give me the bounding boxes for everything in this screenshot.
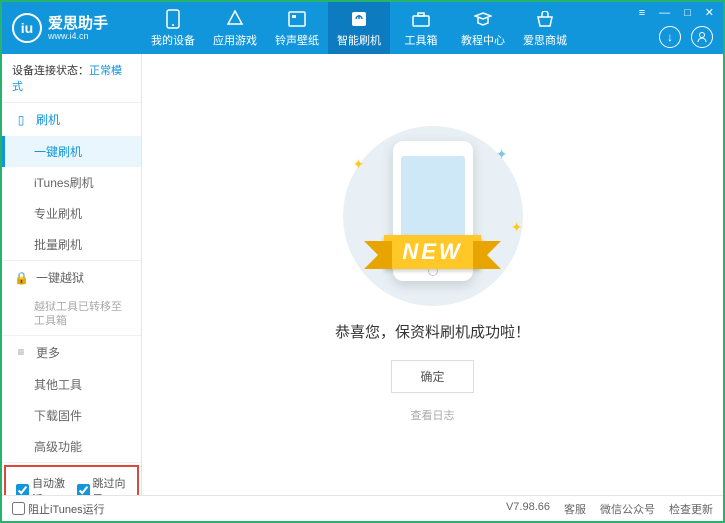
user-actions: ↓ — [659, 26, 713, 48]
nav-smart-flash[interactable]: 智能刷机 — [328, 2, 390, 54]
sidebar-item-other-tools[interactable]: 其他工具 — [2, 369, 141, 400]
minimize-icon[interactable]: — — [656, 7, 673, 19]
logo-area: iu 爱思助手 www.i4.cn — [2, 13, 142, 43]
sidebar-item-download-firmware[interactable]: 下载固件 — [2, 400, 141, 431]
phone-icon — [163, 9, 183, 29]
flash-icon — [349, 9, 369, 29]
nav-ringtone-wallpaper[interactable]: 铃声壁纸 — [266, 2, 328, 54]
download-icon[interactable]: ↓ — [659, 26, 681, 48]
tutorial-icon — [473, 9, 493, 29]
app-name: 爱思助手 — [48, 16, 108, 31]
nav-apps-games[interactable]: 应用游戏 — [204, 2, 266, 54]
lock-icon: 🔒 — [14, 271, 28, 285]
footer-service[interactable]: 客服 — [564, 501, 586, 517]
nav-my-device[interactable]: 我的设备 — [142, 2, 204, 54]
store-icon — [535, 9, 555, 29]
jailbreak-note: 越狱工具已转移至工具箱 — [2, 294, 141, 335]
success-illustration: ✦ ✦ ✦ NEW — [333, 126, 533, 306]
footer-update[interactable]: 检查更新 — [669, 501, 713, 517]
user-icon[interactable] — [691, 26, 713, 48]
more-icon: ≡ — [14, 345, 28, 359]
window-controls: ≡ — □ ✕ — [636, 6, 717, 19]
device-status: 设备连接状态：正常模式 — [2, 54, 141, 103]
close-icon[interactable]: ✕ — [702, 6, 717, 19]
section-more-header[interactable]: ≡ 更多 — [2, 336, 141, 369]
checkbox-auto-activate[interactable]: 自动激活 — [16, 475, 67, 495]
checkbox-block-itunes[interactable]: 阻止iTunes运行 — [12, 501, 105, 517]
sidebar-item-itunes-flash[interactable]: iTunes刷机 — [2, 167, 141, 198]
sidebar-item-oneclick-flash[interactable]: 一键刷机 — [2, 136, 141, 167]
nav-tutorials[interactable]: 教程中心 — [452, 2, 514, 54]
body: 设备连接状态：正常模式 ▯ 刷机 一键刷机 iTunes刷机 专业刷机 批量刷机… — [2, 54, 723, 495]
maximize-icon[interactable]: □ — [681, 7, 694, 19]
nav-toolbox[interactable]: 工具箱 — [390, 2, 452, 54]
success-message: 恭喜您，保资料刷机成功啦！ — [335, 321, 530, 342]
footer-wechat[interactable]: 微信公众号 — [600, 501, 655, 517]
nav-store[interactable]: 爱思商城 — [514, 2, 576, 54]
new-ribbon: NEW — [333, 233, 533, 271]
main-content: ✦ ✦ ✦ NEW 恭喜您，保资料刷机成功啦！ 确定 查看日志 — [142, 54, 723, 495]
app-url: www.i4.cn — [48, 31, 108, 41]
menu-icon[interactable]: ≡ — [636, 7, 648, 19]
view-log-link[interactable]: 查看日志 — [411, 407, 455, 423]
app-window: iu 爱思助手 www.i4.cn 我的设备 应用游戏 铃声壁纸 智能刷机 — [0, 0, 725, 523]
footer: 阻止iTunes运行 V7.98.66 客服 微信公众号 检查更新 — [2, 495, 723, 521]
section-more: ≡ 更多 其他工具 下载固件 高级功能 — [2, 336, 141, 463]
section-jailbreak: 🔒 一键越狱 越狱工具已转移至工具箱 — [2, 261, 141, 336]
checkbox-skip-guide[interactable]: 跳过向导 — [77, 475, 128, 495]
version-label: V7.98.66 — [506, 501, 550, 517]
titlebar: iu 爱思助手 www.i4.cn 我的设备 应用游戏 铃声壁纸 智能刷机 — [2, 2, 723, 54]
apps-icon — [225, 9, 245, 29]
options-highlighted: 自动激活 跳过向导 — [4, 465, 139, 495]
app-logo-icon: iu — [12, 13, 42, 43]
sidebar: 设备连接状态：正常模式 ▯ 刷机 一键刷机 iTunes刷机 专业刷机 批量刷机… — [2, 54, 142, 495]
section-flash-header[interactable]: ▯ 刷机 — [2, 103, 141, 136]
sidebar-item-pro-flash[interactable]: 专业刷机 — [2, 198, 141, 229]
sidebar-item-advanced[interactable]: 高级功能 — [2, 431, 141, 462]
sidebar-item-batch-flash[interactable]: 批量刷机 — [2, 229, 141, 260]
confirm-button[interactable]: 确定 — [391, 360, 473, 393]
toolbox-icon — [411, 9, 431, 29]
phone-small-icon: ▯ — [14, 113, 28, 127]
wallpaper-icon — [287, 9, 307, 29]
section-flash: ▯ 刷机 一键刷机 iTunes刷机 专业刷机 批量刷机 — [2, 103, 141, 261]
section-jailbreak-header[interactable]: 🔒 一键越狱 — [2, 261, 141, 294]
